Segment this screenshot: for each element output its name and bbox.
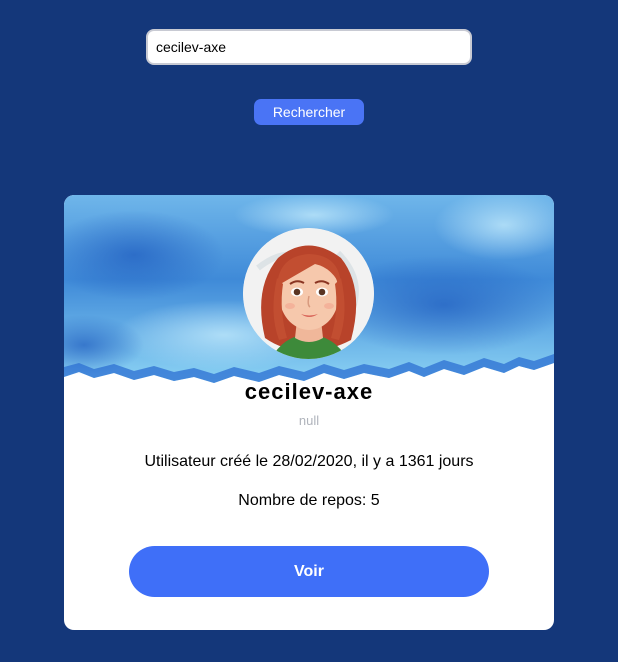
- profile-username: cecilev-axe: [244, 379, 374, 404]
- avatar: [243, 228, 374, 359]
- avatar-illustration-icon: [243, 228, 374, 359]
- profile-bio: null: [298, 413, 320, 428]
- search-button[interactable]: Rechercher: [254, 99, 364, 125]
- profile-card: cecilev-axe null Utilisateur créé le 28/…: [64, 195, 554, 630]
- profile-repo-count: Nombre de repos: 5: [238, 492, 380, 509]
- page: Rechercher: [0, 0, 618, 662]
- profile-created-date: Utilisateur créé le 28/02/2020, il y a 1…: [144, 453, 474, 470]
- view-profile-button[interactable]: Voir: [129, 546, 489, 597]
- search-input[interactable]: [146, 29, 472, 65]
